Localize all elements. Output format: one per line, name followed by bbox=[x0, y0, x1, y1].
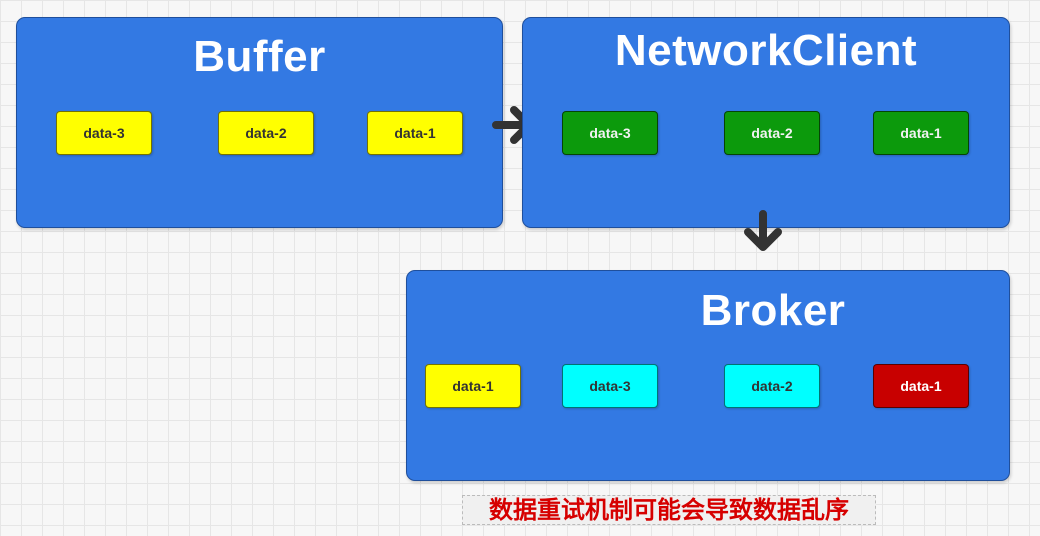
network-client-chip-data-1: data-1 bbox=[873, 111, 969, 155]
buffer-chip-data-3: data-3 bbox=[56, 111, 152, 155]
network-client-chip-data-3: data-3 bbox=[562, 111, 658, 155]
broker-chip-data-2: data-2 bbox=[724, 364, 820, 408]
broker-chip-data-1-first: data-1 bbox=[425, 364, 521, 408]
network-client-panel: NetworkClient data-3 data-2 data-1 bbox=[522, 17, 1010, 228]
buffer-chip-data-2: data-2 bbox=[218, 111, 314, 155]
buffer-chip-data-1: data-1 bbox=[367, 111, 463, 155]
broker-chip-data-3: data-3 bbox=[562, 364, 658, 408]
broker-panel: Broker data-1 data-3 data-2 data-1 bbox=[406, 270, 1010, 481]
caption-text: 数据重试机制可能会导致数据乱序 bbox=[462, 495, 876, 525]
broker-chip-data-1-retry: data-1 bbox=[873, 364, 969, 408]
arrow-down-icon bbox=[744, 210, 782, 251]
network-client-title: NetworkClient bbox=[614, 26, 918, 75]
broker-title: Broker bbox=[700, 286, 846, 335]
network-client-chip-data-2: data-2 bbox=[724, 111, 820, 155]
buffer-panel: Buffer data-3 data-2 data-1 bbox=[16, 17, 503, 228]
buffer-title: Buffer bbox=[193, 32, 326, 81]
